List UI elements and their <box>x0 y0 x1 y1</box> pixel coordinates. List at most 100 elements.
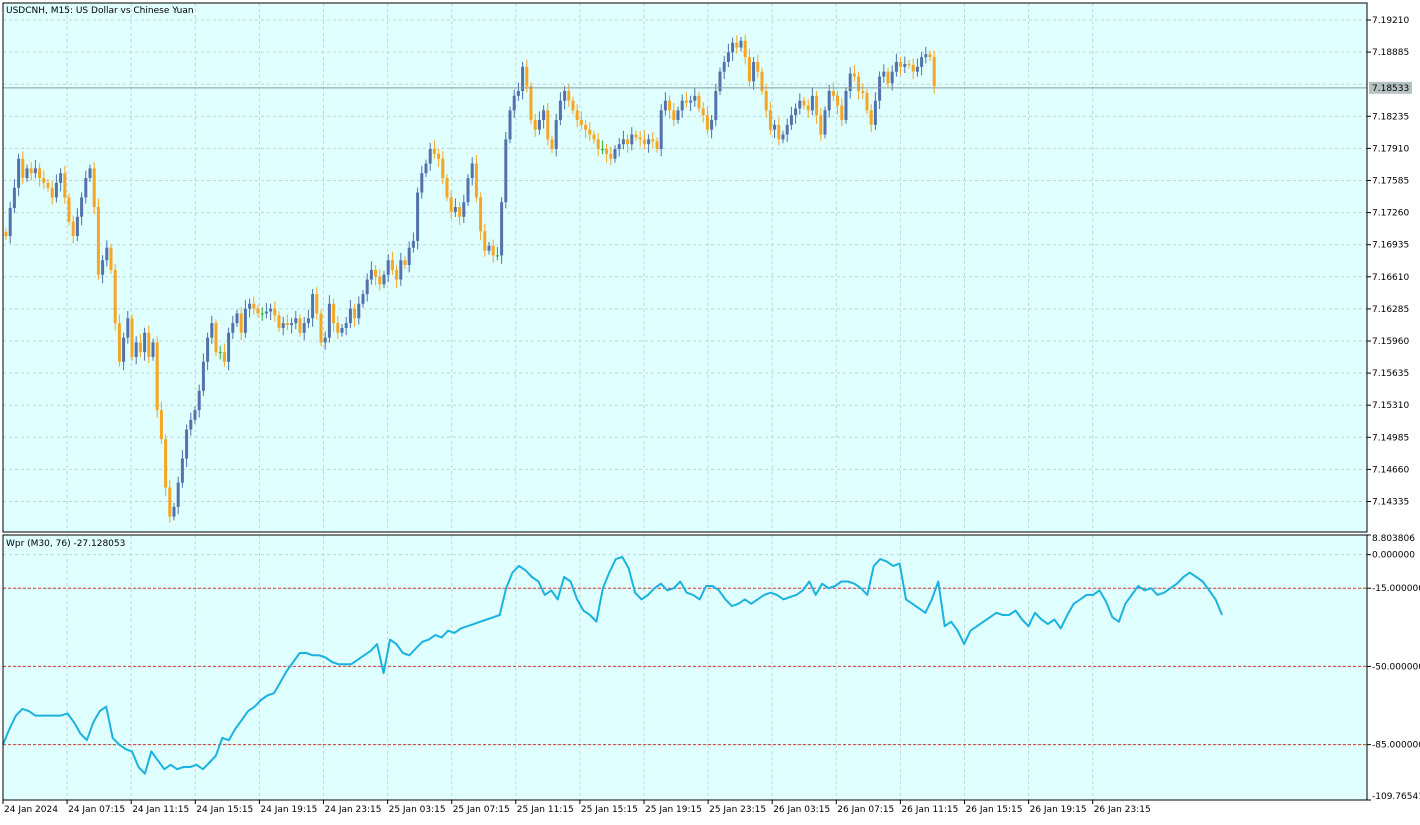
candle-body <box>827 91 831 111</box>
candle-body <box>130 318 134 357</box>
x-tick-label: 24 Jan 23:15 <box>325 805 382 815</box>
candle-body <box>12 187 16 209</box>
wpr-axis-label: -109.765412 <box>1372 792 1420 802</box>
candle-body <box>88 168 92 179</box>
candle-body <box>525 66 529 87</box>
candle-body <box>621 139 625 145</box>
candle-body <box>571 100 575 111</box>
candle-body <box>903 63 907 67</box>
candle-body <box>890 71 894 84</box>
candle-body <box>680 100 684 111</box>
candle-body <box>634 134 638 138</box>
candle-body <box>626 139 630 145</box>
candle-body <box>483 231 487 251</box>
candle-body <box>588 129 592 135</box>
candle-body <box>567 91 571 101</box>
candle-body <box>327 303 331 338</box>
price-axis-label: 7.19210 <box>1372 16 1409 26</box>
candle-body <box>193 410 197 420</box>
candle-body <box>403 260 407 266</box>
candle-body <box>617 144 621 150</box>
candle-body <box>806 105 810 111</box>
candle <box>529 82 533 124</box>
candle-body <box>29 168 33 174</box>
candle-body <box>756 61 760 72</box>
candle <box>164 434 168 497</box>
candle-body <box>777 124 781 140</box>
candle-body <box>164 439 168 488</box>
candle-body <box>802 100 806 106</box>
candle-body <box>785 124 789 135</box>
candle-body <box>768 110 772 130</box>
candle <box>823 106 827 139</box>
candle-body <box>252 303 256 309</box>
candle-body <box>189 419 193 430</box>
candle-body <box>458 207 462 217</box>
x-tick-label: 25 Jan 07:15 <box>453 805 510 815</box>
candle-body <box>323 337 327 343</box>
candle-body <box>105 247 109 261</box>
candle-body <box>651 139 655 142</box>
candle-body <box>214 323 218 353</box>
candle-body <box>907 63 911 65</box>
candle-body <box>441 158 445 179</box>
candle-body <box>705 115 709 130</box>
candle-body <box>46 182 50 188</box>
candle-body <box>894 61 898 72</box>
candle-body <box>50 187 54 198</box>
candle-body <box>550 139 554 150</box>
candle-body <box>823 110 827 135</box>
candle-body <box>395 269 399 280</box>
candle <box>508 106 512 144</box>
candle-body <box>668 100 672 111</box>
chart-canvas[interactable]: 7.18533 24 Jan 2024 24 Jan 07:15 24 Jan 11… <box>0 0 1420 821</box>
trading-chart[interactable]: 7.18533 24 Jan 2024 24 Jan 07:15 24 Jan 11… <box>0 0 1420 821</box>
candle-body <box>529 86 533 121</box>
price-axis-label: 7.14335 <box>1372 498 1409 508</box>
candle-body <box>869 110 873 125</box>
candle-body <box>453 207 457 212</box>
candle-body <box>462 202 466 217</box>
candle-body <box>294 318 298 324</box>
candle-body <box>693 95 697 101</box>
price-axis-label: 7.18235 <box>1372 112 1409 122</box>
candle-body <box>155 342 159 411</box>
candle-body <box>672 110 676 121</box>
candle-body <box>277 315 281 328</box>
candle-body <box>147 332 151 357</box>
indicator-panel-title: Wpr (M30, 76) -27.128053 <box>6 539 125 549</box>
candle-body <box>504 139 508 203</box>
price-axis-label: 7.15635 <box>1372 369 1409 379</box>
candle-body <box>546 110 550 140</box>
wpr-axis-label: 0.000000 <box>1372 551 1415 561</box>
candle-body <box>445 178 449 198</box>
x-tick-label: 24 Jan 11:15 <box>132 805 189 815</box>
candle-body <box>554 120 558 150</box>
candle <box>718 67 722 95</box>
candle-body <box>357 303 361 319</box>
candle-body <box>533 120 537 130</box>
candle-body <box>831 91 835 96</box>
candle-body <box>151 342 155 357</box>
candle-body <box>84 178 88 198</box>
candle <box>500 197 504 264</box>
main-price-panel[interactable] <box>3 3 1367 532</box>
candle <box>155 336 159 418</box>
candle-body <box>319 313 323 343</box>
wpr-indicator-panel[interactable] <box>3 535 1367 800</box>
price-axis-label: 7.14985 <box>1372 433 1409 443</box>
current-price-label: 7.18533 <box>1372 84 1409 94</box>
candle-body <box>642 139 646 145</box>
candle-body <box>17 158 21 188</box>
candle-body <box>697 95 701 109</box>
candle-body <box>407 247 411 266</box>
candle-body <box>911 64 915 72</box>
candle-body <box>243 308 247 333</box>
candle-body <box>54 182 58 198</box>
candle-body <box>579 120 583 125</box>
candle-body <box>512 95 516 111</box>
candle-body <box>840 105 844 121</box>
candle <box>760 67 764 95</box>
x-tick-label: 24 Jan 15:15 <box>196 805 253 815</box>
candle-body <box>168 487 172 517</box>
